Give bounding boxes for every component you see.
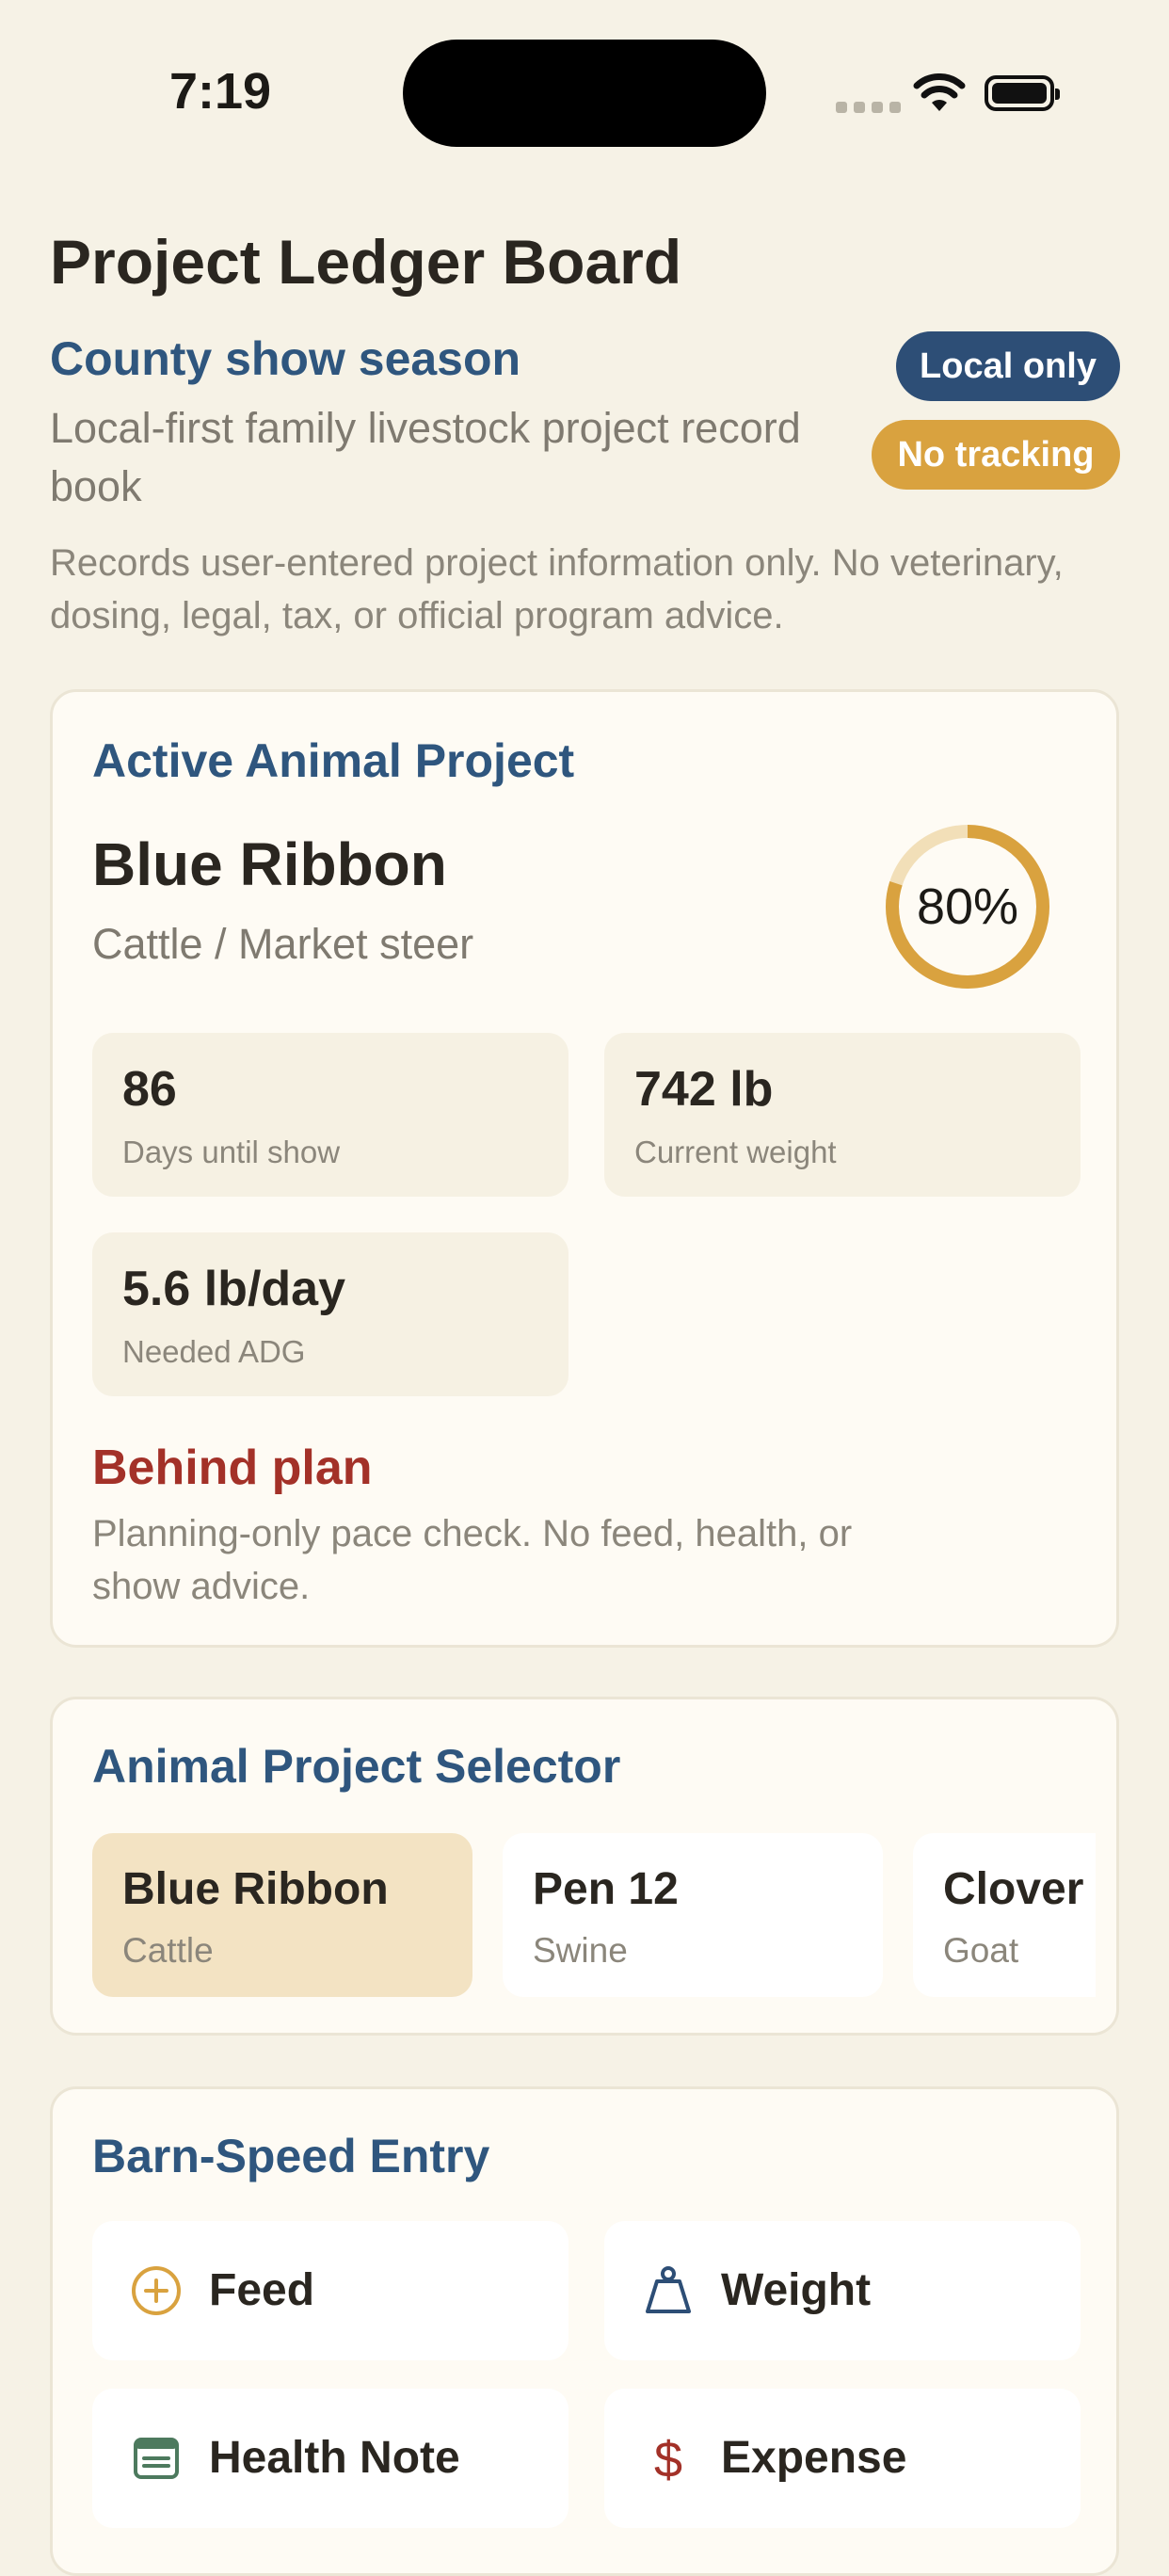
season-subtitle: County show season: [50, 332, 521, 385]
entry-label: Health Note: [209, 2433, 460, 2483]
stat-days-until-show: 86 Days until show: [92, 1033, 568, 1197]
entry-label: Weight: [721, 2265, 872, 2315]
project-chip-pen-12[interactable]: Pen 12 Swine: [503, 1833, 883, 1997]
pace-status: Behind plan: [92, 1441, 373, 1495]
section-title-selector: Animal Project Selector: [92, 1740, 621, 1793]
dollar-icon: $: [654, 2432, 682, 2487]
animal-name: Blue Ribbon: [92, 830, 447, 898]
expense-entry-button[interactable]: $ Expense: [604, 2389, 1081, 2528]
chip-species: Cattle: [122, 1931, 214, 1970]
feed-entry-button[interactable]: Feed: [92, 2221, 568, 2360]
status-bar: 7:19: [0, 0, 1169, 188]
barn-speed-entry-card: Barn-Speed Entry Feed Weight Health Note…: [50, 2086, 1119, 2576]
health-note-entry-button[interactable]: Health Note: [92, 2389, 568, 2528]
cellular-signal-icon: [836, 102, 901, 113]
stat-value: 86: [122, 1062, 177, 1117]
chip-name: Blue Ribbon: [122, 1864, 389, 1914]
local-only-badge: Local only: [896, 331, 1120, 401]
wifi-icon: [913, 73, 966, 111]
no-tracking-badge: No tracking: [872, 420, 1120, 490]
stat-label: Current weight: [634, 1135, 837, 1169]
dynamic-island: [403, 40, 766, 147]
stat-label: Days until show: [122, 1135, 341, 1169]
entry-label: Expense: [721, 2433, 907, 2483]
project-chip-scroller[interactable]: Blue Ribbon Cattle Pen 12 Swine Clover G…: [92, 1833, 1096, 1997]
stat-current-weight: 742 lb Current weight: [604, 1033, 1081, 1197]
status-time: 7:19: [169, 63, 272, 120]
animal-type: Cattle / Market steer: [92, 920, 474, 968]
stat-needed-adg: 5.6 lb/day Needed ADG: [92, 1232, 568, 1396]
active-project-card: Active Animal Project Blue Ribbon Cattle…: [50, 689, 1119, 1648]
stat-label: Needed ADG: [122, 1334, 306, 1369]
progress-percent: 80%: [916, 878, 1019, 935]
project-selector-card: Animal Project Selector Blue Ribbon Catt…: [50, 1697, 1119, 2036]
chip-species: Swine: [533, 1931, 628, 1970]
battery-icon: [985, 75, 1060, 111]
section-title-active-project: Active Animal Project: [92, 734, 575, 787]
project-chip-blue-ribbon[interactable]: Blue Ribbon Cattle: [92, 1833, 472, 1997]
scale-icon: [646, 2266, 691, 2313]
stat-value: 742 lb: [634, 1062, 774, 1117]
chip-species: Goat: [943, 1931, 1019, 1970]
svg-text:$: $: [654, 2432, 682, 2487]
disclaimer-text: Records user-entered project information…: [50, 542, 1064, 636]
chip-name: Clover: [943, 1864, 1084, 1914]
plus-circle-icon: [132, 2266, 181, 2315]
entry-label: Feed: [209, 2265, 315, 2315]
app-tagline: Local-first family livestock project rec…: [50, 404, 801, 510]
chip-name: Pen 12: [533, 1864, 679, 1914]
note-icon: [134, 2438, 179, 2479]
page-title: Project Ledger Board: [50, 227, 682, 297]
pace-note: Planning-only pace check. No feed, healt…: [92, 1513, 853, 1607]
stat-value: 5.6 lb/day: [122, 1262, 345, 1316]
section-title-entry: Barn-Speed Entry: [92, 2130, 490, 2182]
project-chip-clover[interactable]: Clover Goat: [913, 1833, 1096, 1997]
weight-entry-button[interactable]: Weight: [604, 2221, 1081, 2360]
